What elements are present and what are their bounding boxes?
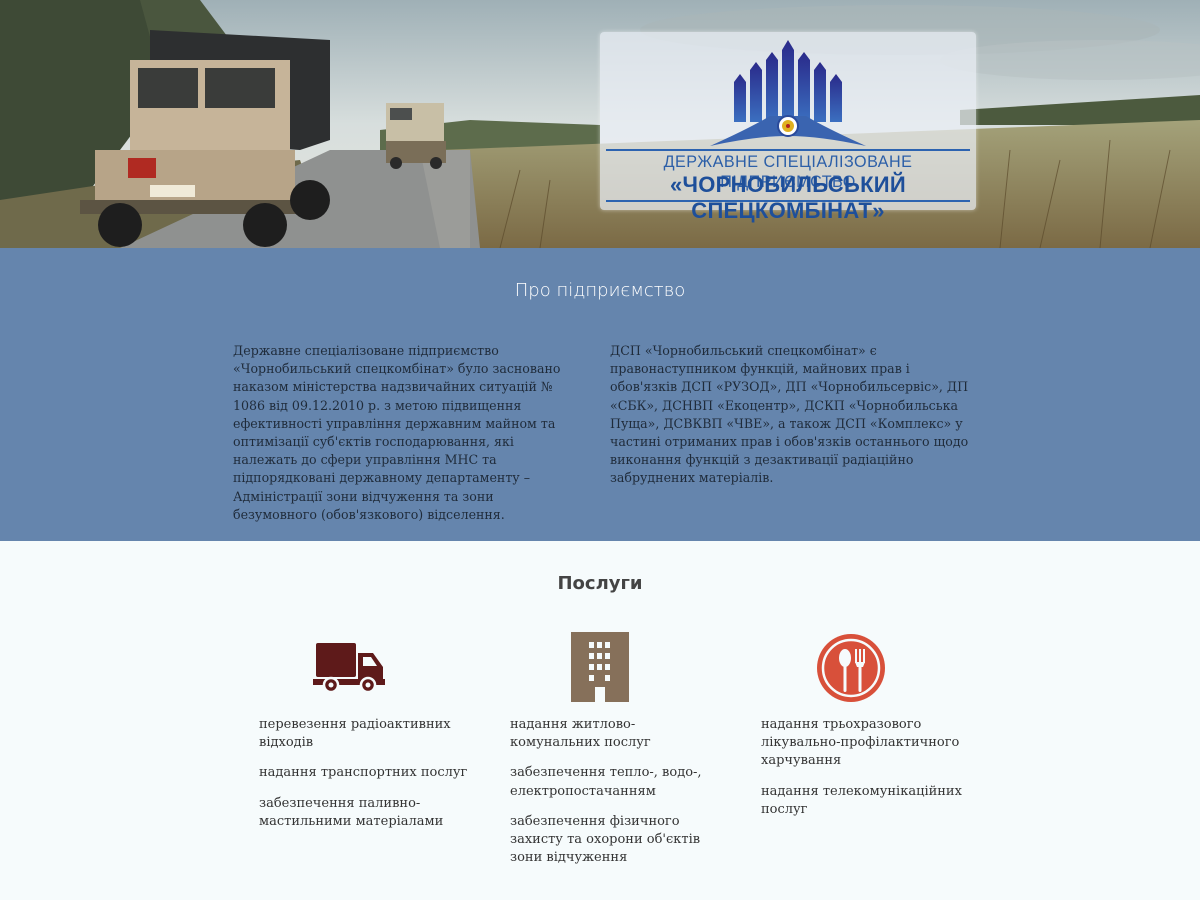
hero-banner: ДЕРЖАВНЕ СПЕЦІАЛІЗОВАНЕ ПІДПРИЄМСТВО «ЧО…: [0, 0, 1200, 248]
services-title: Послуги: [557, 573, 643, 594]
dining-icon: [817, 634, 885, 702]
about-text-right: ДСП «Чорнобильський спецкомбінат» є прав…: [610, 343, 969, 486]
service-item: надання трьохразового лікувально-профіла…: [761, 717, 960, 769]
logo-emblem-icon: [710, 40, 866, 146]
service-item: надання житлово-комунальних послуг: [510, 717, 651, 751]
services-section: Послуги перевезення радіоактивних відход…: [0, 541, 1200, 900]
services-column-1: перевезення радіоактивних відходів надан…: [259, 716, 474, 843]
logo-rule-bottom: [606, 200, 970, 202]
service-item: забезпечення паливно-мастильними матеріа…: [259, 795, 444, 829]
service-item: надання транспортних послуг: [259, 765, 468, 781]
about-title: Про підприємство: [514, 280, 686, 301]
truck-icon: [313, 643, 385, 694]
about-text-left: Державне спеціалізоване підприємство «Чо…: [233, 343, 561, 522]
services-column-2: надання житлово-комунальних послуг забез…: [510, 716, 710, 879]
services-column-3: надання трьохразового лікувально-профіла…: [761, 716, 966, 831]
building-icon: [571, 632, 629, 702]
logo-title: «ЧОРНОБИЛЬСЬКИЙ СПЕЦКОМБІНАТ»: [669, 172, 907, 223]
service-item: забезпечення фізичного захисту та охорон…: [510, 813, 701, 866]
service-item: надання телекомунікаційних послуг: [761, 783, 962, 817]
service-item: перевезення радіоактивних відходів: [259, 717, 451, 751]
service-item: забезпечення тепло-, водо-, електропоста…: [510, 765, 702, 799]
logo-rule-top: [606, 149, 970, 151]
company-logo[interactable]: ДЕРЖАВНЕ СПЕЦІАЛІЗОВАНЕ ПІДПРИЄМСТВО «ЧО…: [600, 32, 976, 223]
about-section: Про підприємство Державне спеціалізоване…: [0, 248, 1200, 541]
